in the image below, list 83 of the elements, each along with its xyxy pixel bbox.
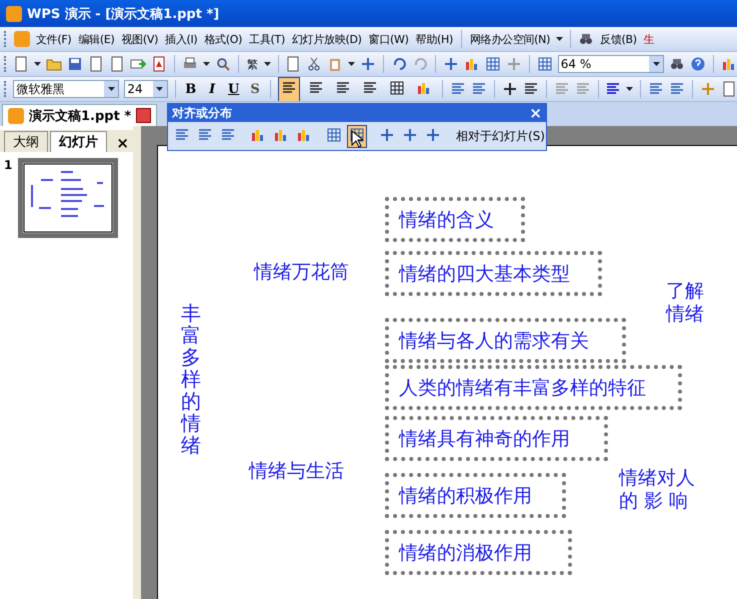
slide-thumbnail[interactable] bbox=[18, 158, 118, 238]
caret-icon[interactable] bbox=[156, 87, 164, 91]
bar-chart-icon[interactable] bbox=[720, 56, 737, 72]
slide-text: 情绪万花筒 bbox=[254, 260, 349, 285]
table-icon[interactable] bbox=[484, 56, 501, 72]
bullet-list-icon[interactable] bbox=[470, 81, 487, 97]
slide-text: 丰富多样的情绪 bbox=[181, 302, 201, 456]
caret-icon[interactable] bbox=[652, 62, 660, 66]
caret-icon[interactable] bbox=[264, 62, 271, 66]
scissors-icon[interactable] bbox=[306, 56, 322, 72]
app-icon bbox=[6, 6, 22, 22]
menu-item[interactable]: 工具(T) bbox=[248, 30, 286, 48]
traditional-chinese-button[interactable]: 繁 bbox=[246, 54, 259, 74]
menu-item[interactable]: 编辑(E) bbox=[77, 30, 116, 48]
grid-icon[interactable] bbox=[536, 56, 553, 72]
save-icon[interactable] bbox=[67, 56, 84, 72]
pdf-icon[interactable] bbox=[151, 56, 168, 72]
menu-item[interactable]: 插入(I) bbox=[164, 30, 198, 48]
text-box[interactable]: 情绪的四大基本类型 bbox=[385, 251, 602, 296]
line-spacing-icon[interactable] bbox=[669, 81, 686, 97]
print-preview-icon[interactable] bbox=[215, 56, 232, 72]
text-box[interactable]: 情绪的积极作用 bbox=[385, 473, 566, 518]
panel-tab[interactable]: 幻灯片 bbox=[50, 131, 107, 152]
caret-icon[interactable] bbox=[34, 62, 42, 66]
slide-text: 情绪与生活 bbox=[249, 459, 344, 484]
close-button[interactable]: × bbox=[525, 104, 546, 122]
zoom-field[interactable]: 64 % bbox=[558, 55, 664, 73]
menu-item[interactable]: 生 bbox=[642, 30, 656, 48]
menu-item[interactable]: 视图(V) bbox=[120, 30, 160, 48]
line-spacing-icon[interactable] bbox=[648, 81, 664, 97]
shadow-button[interactable]: S bbox=[246, 82, 264, 96]
panel-tab[interactable]: 大纲 bbox=[4, 131, 48, 152]
copy-icon[interactable] bbox=[285, 56, 302, 72]
tab-label: 演示文稿1.ppt * bbox=[29, 108, 132, 124]
underline-button[interactable]: U bbox=[225, 82, 242, 96]
text-box[interactable]: 情绪的含义 bbox=[385, 197, 525, 242]
close-icon[interactable] bbox=[136, 108, 152, 123]
caret-icon[interactable] bbox=[348, 62, 356, 66]
justify-icon[interactable] bbox=[362, 80, 378, 96]
close-button[interactable]: × bbox=[112, 134, 133, 152]
numbered-list-icon[interactable] bbox=[450, 81, 466, 97]
caret-icon[interactable] bbox=[626, 87, 634, 91]
text-box[interactable]: 情绪具有神奇的作用 bbox=[385, 416, 608, 461]
align-left-icon[interactable] bbox=[174, 126, 190, 142]
text-box[interactable]: 情绪的消极作用 bbox=[385, 530, 572, 575]
caret-icon[interactable] bbox=[108, 87, 115, 91]
panel-title: 对齐或分布 bbox=[172, 104, 232, 122]
menu-item[interactable]: 格式(O) bbox=[203, 30, 244, 48]
align-right-icon[interactable] bbox=[335, 80, 352, 96]
align-left-button[interactable] bbox=[278, 77, 300, 101]
font-field[interactable]: 微软雅黑 bbox=[13, 80, 120, 98]
undo-icon[interactable] bbox=[391, 56, 408, 72]
cursor-icon bbox=[351, 130, 363, 148]
help-icon[interactable] bbox=[690, 56, 706, 72]
caret-icon[interactable] bbox=[203, 62, 210, 66]
menu-item[interactable]: 文件(F) bbox=[35, 30, 72, 48]
font-size-field[interactable]: 24 bbox=[124, 80, 168, 98]
document-icon[interactable] bbox=[721, 81, 737, 97]
relative-to-slide-button[interactable]: 相对于幻灯片(S) bbox=[453, 126, 548, 146]
menu-item[interactable]: 网络办公空间(N) bbox=[468, 30, 552, 48]
font-color-icon[interactable] bbox=[605, 81, 622, 97]
binoculars-icon[interactable] bbox=[669, 56, 686, 72]
window-title: WPS 演示 - [演示文稿1.ppt *] bbox=[27, 6, 220, 22]
document-tab[interactable]: 演示文稿1.ppt * bbox=[2, 104, 158, 126]
bold-button[interactable]: B bbox=[182, 82, 199, 96]
text-box[interactable]: 人类的情绪有丰富多样的特征 bbox=[385, 365, 682, 410]
bar-chart-icon[interactable] bbox=[464, 56, 480, 72]
document-icon[interactable] bbox=[88, 56, 104, 72]
menu-item[interactable]: 窗口(W) bbox=[368, 30, 410, 48]
align-center-icon[interactable] bbox=[308, 80, 324, 96]
menu-item[interactable]: 帮助(H) bbox=[414, 30, 454, 48]
text-box[interactable]: 情绪与各人的需求有关 bbox=[385, 318, 626, 363]
new-document-icon[interactable] bbox=[13, 56, 30, 72]
document-icon[interactable] bbox=[109, 56, 126, 72]
align-left-icon[interactable] bbox=[281, 80, 298, 96]
caret-icon[interactable] bbox=[556, 37, 564, 41]
italic-button[interactable]: I bbox=[204, 82, 220, 96]
menu-item[interactable]: 反馈(B) bbox=[599, 30, 638, 48]
slide-number: 1 bbox=[4, 158, 12, 172]
menu-item[interactable]: 幻灯片放映(D) bbox=[290, 30, 363, 48]
slide-text: 了解情绪 bbox=[666, 280, 705, 326]
slide-text: 情绪对人的 影 响 bbox=[619, 467, 696, 513]
app-icon bbox=[8, 108, 24, 124]
